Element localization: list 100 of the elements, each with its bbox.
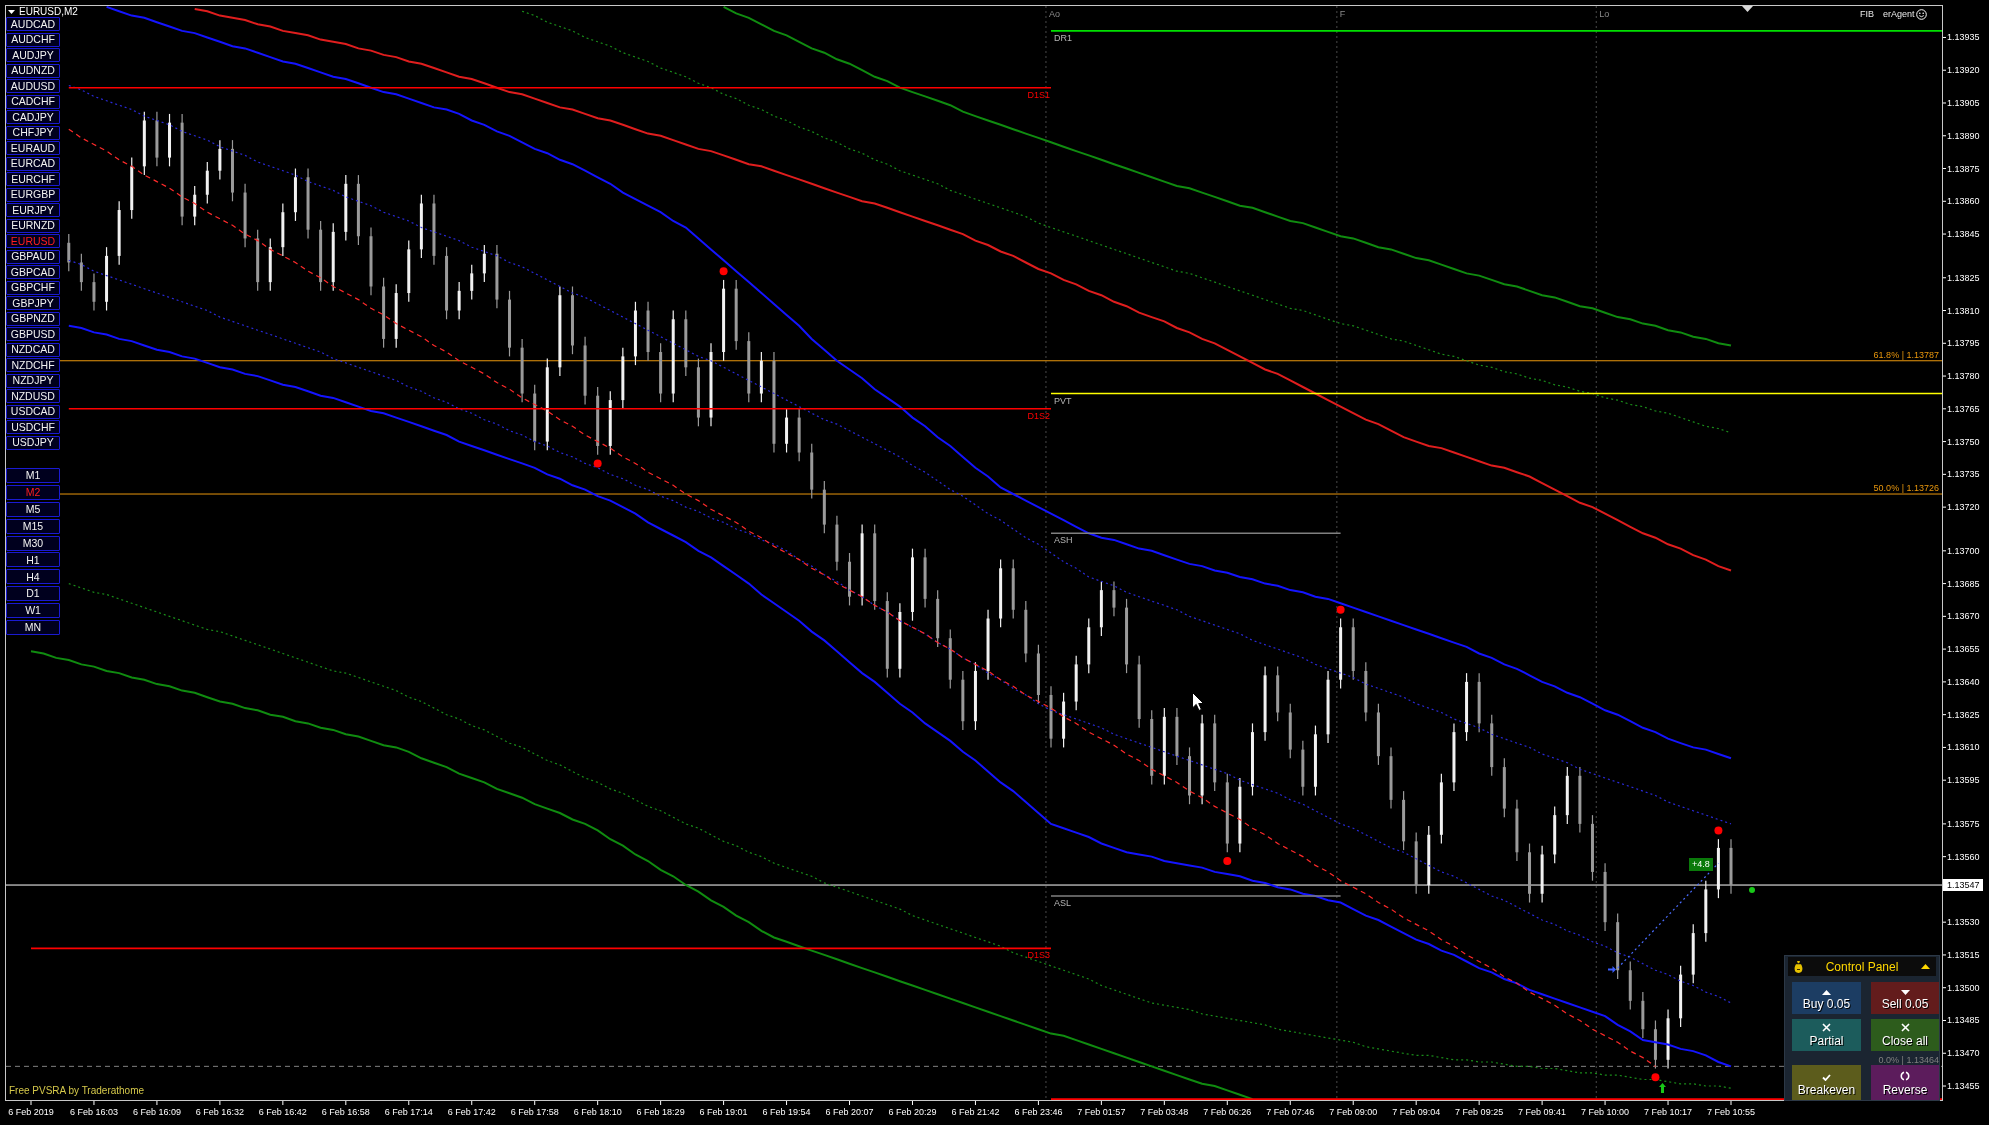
level-label: D1S3 — [1027, 950, 1050, 961]
timeframe-button[interactable]: M5 — [6, 501, 60, 517]
tick-mark — [282, 1100, 284, 1106]
time-tick-label: 7 Feb 01:57 — [1077, 1107, 1126, 1117]
symbol-button[interactable]: EURCHF — [6, 172, 60, 186]
tick-mark — [1942, 615, 1947, 617]
symbol-button[interactable]: NZDJPY — [6, 373, 60, 388]
timeframe-button[interactable]: MN — [6, 620, 60, 635]
caret-up-icon — [1921, 964, 1930, 969]
trade-button[interactable]: Buy 0.05 — [1792, 982, 1861, 1014]
symbol-button[interactable]: GBPAUD — [6, 249, 60, 264]
tick-mark — [1942, 310, 1947, 311]
price-tick-label: 1.13720 — [1947, 502, 1980, 513]
trade-button[interactable]: Reverse — [1871, 1065, 1939, 1100]
symbol-button[interactable]: GBPCAD — [6, 265, 60, 279]
tick-mark — [1942, 779, 1947, 781]
price-tick-label: 1.13735 — [1947, 469, 1980, 480]
timeframe-button[interactable]: H1 — [6, 552, 60, 568]
time-tick-label: 6 Feb 23:46 — [1014, 1107, 1063, 1117]
symbol-button[interactable]: CADJPY — [6, 110, 60, 124]
symbol-button[interactable]: NZDCHF — [6, 358, 60, 372]
price-bar — [1465, 672, 1469, 742]
symbol-button[interactable]: GBPJPY — [6, 296, 60, 310]
price-tick-label: 1.13625 — [1947, 709, 1980, 720]
symbol-button[interactable]: CADCHF — [6, 94, 60, 109]
timeframe-button[interactable]: M1 — [6, 468, 60, 483]
triangle-icon[interactable] — [1742, 6, 1753, 12]
price-bar — [747, 331, 751, 403]
time-tick-label: 6 Feb 16:09 — [132, 1107, 181, 1117]
price-bar — [193, 185, 197, 226]
indicator-caption: Free PVSRA by Traderathome — [9, 1085, 145, 1097]
price-tick-label: 1.13765 — [1947, 403, 1980, 414]
price-bar — [759, 351, 763, 403]
time-tick-label: 6 Feb 17:14 — [384, 1107, 433, 1117]
symbol-button[interactable]: EURGBP — [6, 187, 60, 202]
symbol-button[interactable]: AUDCAD — [6, 17, 60, 31]
tick-mark — [1226, 1100, 1228, 1106]
symbol-button[interactable]: USDCAD — [6, 404, 60, 419]
tick-mark — [1730, 1100, 1732, 1106]
price-bar — [583, 336, 587, 406]
symbol-button[interactable]: NZDUSD — [6, 389, 60, 403]
price-bar — [67, 233, 71, 272]
price-bar — [344, 174, 348, 242]
timeframe-button[interactable]: H4 — [6, 569, 60, 585]
price-tick-label: 1.13685 — [1947, 578, 1980, 589]
time-tick-label: 7 Feb 09:25 — [1455, 1107, 1504, 1117]
price-tick-label: 1.13560 — [1947, 851, 1980, 862]
level-label: ASH — [1054, 535, 1073, 546]
symbol-button[interactable]: EURNZD — [6, 218, 60, 233]
price-bar — [1301, 740, 1305, 797]
arrow-up-icon — [1658, 1083, 1666, 1093]
current-price-label: 1.13547 — [1943, 879, 1983, 892]
symbol-button[interactable]: USDCHF — [6, 420, 60, 434]
timeframe-button[interactable]: D1 — [6, 586, 60, 602]
symbol-button[interactable]: USDJPY — [6, 435, 60, 450]
price-bar — [1276, 666, 1280, 722]
fib-tool-label: FIB — [1860, 9, 1874, 20]
trade-button[interactable]: Breakeven — [1792, 1065, 1861, 1100]
trade-button[interactable]: Close all — [1871, 1019, 1939, 1051]
symbol-button[interactable]: EURUSD — [6, 234, 60, 248]
symbol-button[interactable]: EURAUD — [6, 141, 60, 155]
symbol-button[interactable]: GBPNZD — [6, 311, 60, 326]
tick-mark — [1541, 1100, 1543, 1106]
price-tick-label: 1.13795 — [1947, 338, 1980, 349]
symbol-button[interactable]: GBPCHF — [6, 280, 60, 295]
symbol-button[interactable]: AUDNZD — [6, 63, 60, 78]
trade-button[interactable]: Partial — [1792, 1019, 1861, 1051]
timeframe-button[interactable]: W1 — [6, 603, 60, 619]
tick-mark — [408, 1100, 410, 1106]
tick-mark — [471, 1100, 473, 1106]
price-bar — [482, 244, 486, 283]
symbol-button[interactable]: GBPUSD — [6, 327, 60, 341]
timeframe-button[interactable]: M2 — [6, 484, 60, 500]
symbol-button[interactable]: AUDCHF — [6, 32, 60, 47]
price-bar — [1591, 814, 1594, 882]
tick-mark — [974, 1100, 976, 1106]
timeframe-button[interactable]: M30 — [6, 535, 60, 551]
price-bar — [1641, 991, 1645, 1039]
symbol-button[interactable]: CHFJPY — [6, 125, 60, 140]
symbol-button[interactable]: NZDCAD — [6, 342, 60, 357]
price-bar — [1313, 725, 1317, 797]
tick-mark — [1942, 856, 1947, 858]
collapse-button[interactable] — [1921, 964, 1930, 969]
caret-down-icon[interactable] — [8, 9, 15, 14]
trade-button[interactable]: Sell 0.05 — [1871, 982, 1939, 1014]
time-tick-label: 7 Feb 10:17 — [1644, 1107, 1693, 1117]
timeframe-button[interactable]: M15 — [6, 518, 60, 534]
symbol-button[interactable]: EURCAD — [6, 156, 60, 171]
tick-mark — [534, 1100, 536, 1106]
symbol-button[interactable]: EURJPY — [6, 203, 60, 217]
price-tick-label: 1.13670 — [1947, 611, 1980, 622]
tick-mark — [849, 1100, 850, 1106]
tick-mark — [1100, 1100, 1102, 1106]
price-bar — [407, 240, 411, 303]
x-icon — [1900, 1023, 1910, 1032]
tick-mark — [1942, 1052, 1947, 1054]
session-label: F — [1339, 9, 1346, 19]
symbol-button[interactable]: AUDJPY — [6, 48, 60, 62]
symbol-button[interactable]: AUDUSD — [6, 79, 60, 93]
price-bar — [999, 558, 1003, 628]
